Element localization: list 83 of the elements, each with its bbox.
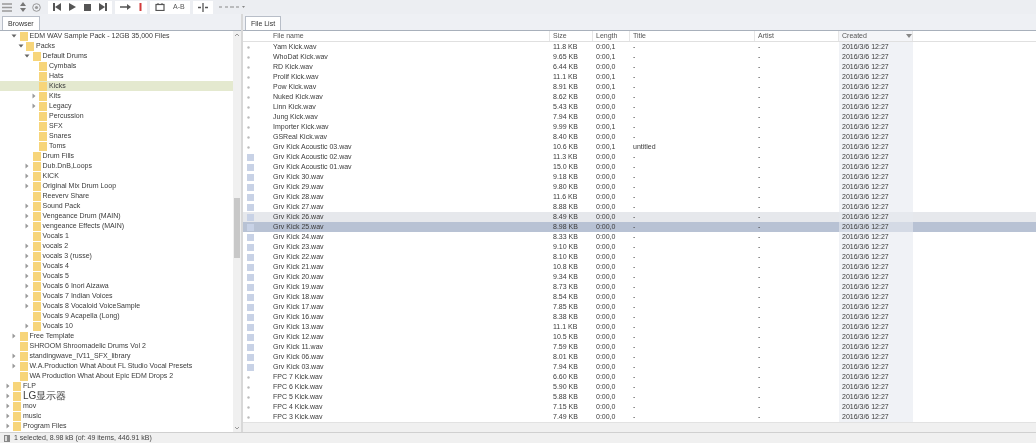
expand-arrow-icon[interactable] bbox=[24, 173, 30, 179]
expand-arrow-icon[interactable] bbox=[11, 363, 17, 369]
dot-icon bbox=[247, 105, 250, 109]
expand-arrow-icon[interactable] bbox=[24, 183, 30, 189]
square-icon bbox=[247, 263, 254, 271]
square-icon bbox=[247, 223, 254, 231]
sort-arrow-icon bbox=[906, 34, 912, 38]
expand-arrow-icon[interactable] bbox=[24, 213, 30, 219]
skip-back-icon[interactable] bbox=[53, 3, 61, 11]
expand-arrow-icon[interactable] bbox=[24, 283, 30, 289]
square-icon bbox=[247, 233, 254, 241]
square-icon bbox=[247, 333, 254, 341]
expand-arrow-icon[interactable] bbox=[11, 333, 17, 339]
expand-arrow-icon[interactable] bbox=[24, 273, 30, 279]
expand-arrow-icon[interactable] bbox=[30, 93, 37, 99]
skip-forward-icon[interactable] bbox=[99, 3, 107, 11]
square-icon bbox=[247, 153, 254, 161]
expand-arrow-icon[interactable] bbox=[24, 243, 30, 249]
square-icon bbox=[247, 253, 254, 261]
play-icon[interactable] bbox=[69, 3, 76, 11]
dot-icon bbox=[247, 45, 250, 49]
expand-arrow-icon[interactable] bbox=[4, 413, 11, 419]
expand-arrow-icon[interactable] bbox=[4, 383, 11, 389]
square-icon bbox=[247, 213, 254, 221]
expand-arrow-icon[interactable] bbox=[24, 303, 30, 309]
dot-icon bbox=[247, 75, 250, 79]
marker-icon[interactable] bbox=[139, 3, 142, 11]
scroll-down-icon[interactable] bbox=[233, 424, 241, 432]
expand-arrow-icon[interactable] bbox=[24, 263, 30, 269]
dot-icon bbox=[247, 125, 250, 129]
square-icon bbox=[247, 203, 254, 211]
expand-arrow-icon[interactable] bbox=[30, 103, 37, 109]
square-icon bbox=[247, 293, 254, 301]
stop-icon[interactable] bbox=[84, 3, 91, 11]
dot-icon bbox=[247, 95, 250, 99]
square-icon bbox=[247, 303, 254, 311]
expand-arrow-icon[interactable] bbox=[11, 353, 17, 359]
square-icon bbox=[247, 173, 254, 181]
dot-icon bbox=[247, 415, 250, 419]
tree-item[interactable]: LG显示器 bbox=[0, 391, 233, 401]
expand-arrow-icon[interactable] bbox=[4, 393, 11, 399]
dot-icon bbox=[247, 85, 250, 89]
square-icon bbox=[247, 363, 254, 371]
dot-icon bbox=[247, 145, 250, 149]
panel-icon bbox=[4, 434, 10, 442]
expand-arrow-icon[interactable] bbox=[24, 223, 30, 229]
scroll-up-icon[interactable] bbox=[233, 31, 241, 39]
scrollbar[interactable] bbox=[233, 31, 241, 432]
collapse-arrow-icon[interactable] bbox=[11, 33, 17, 39]
expand-arrow-icon[interactable] bbox=[24, 203, 30, 209]
up-down-arrows-icon[interactable] bbox=[20, 2, 26, 12]
expand-arrow-icon[interactable] bbox=[24, 293, 30, 299]
expand-arrow-icon[interactable] bbox=[24, 253, 30, 259]
dot-icon bbox=[247, 55, 250, 59]
dot-icon bbox=[247, 65, 250, 69]
expand-arrow-icon[interactable] bbox=[24, 163, 30, 169]
menu-icon[interactable] bbox=[2, 2, 12, 12]
square-icon bbox=[247, 163, 254, 171]
dashed-line-icon[interactable] bbox=[218, 4, 245, 10]
square-icon bbox=[247, 353, 254, 361]
collapse-arrow-icon[interactable] bbox=[17, 43, 24, 49]
square-icon bbox=[247, 343, 254, 351]
dot-icon bbox=[247, 385, 250, 389]
expand-arrow-icon[interactable] bbox=[24, 323, 30, 329]
square-icon bbox=[247, 193, 254, 201]
square-icon bbox=[247, 243, 254, 251]
loop-icon[interactable] bbox=[155, 3, 165, 11]
expand-arrow-icon[interactable] bbox=[4, 403, 11, 409]
dot-icon bbox=[247, 115, 250, 119]
target-icon[interactable] bbox=[32, 2, 41, 12]
dot-icon bbox=[247, 375, 250, 379]
collapse-arrow-icon[interactable] bbox=[24, 53, 30, 59]
dot-icon bbox=[247, 405, 250, 409]
square-icon bbox=[247, 313, 254, 321]
arrow-right-icon[interactable] bbox=[120, 4, 131, 10]
square-icon bbox=[247, 183, 254, 191]
dot-icon bbox=[247, 135, 250, 139]
expand-arrow-icon[interactable] bbox=[4, 423, 11, 429]
dot-icon bbox=[247, 395, 250, 399]
square-icon bbox=[247, 283, 254, 291]
square-icon bbox=[247, 273, 254, 281]
square-icon bbox=[247, 323, 254, 331]
split-icon[interactable] bbox=[197, 2, 208, 12]
